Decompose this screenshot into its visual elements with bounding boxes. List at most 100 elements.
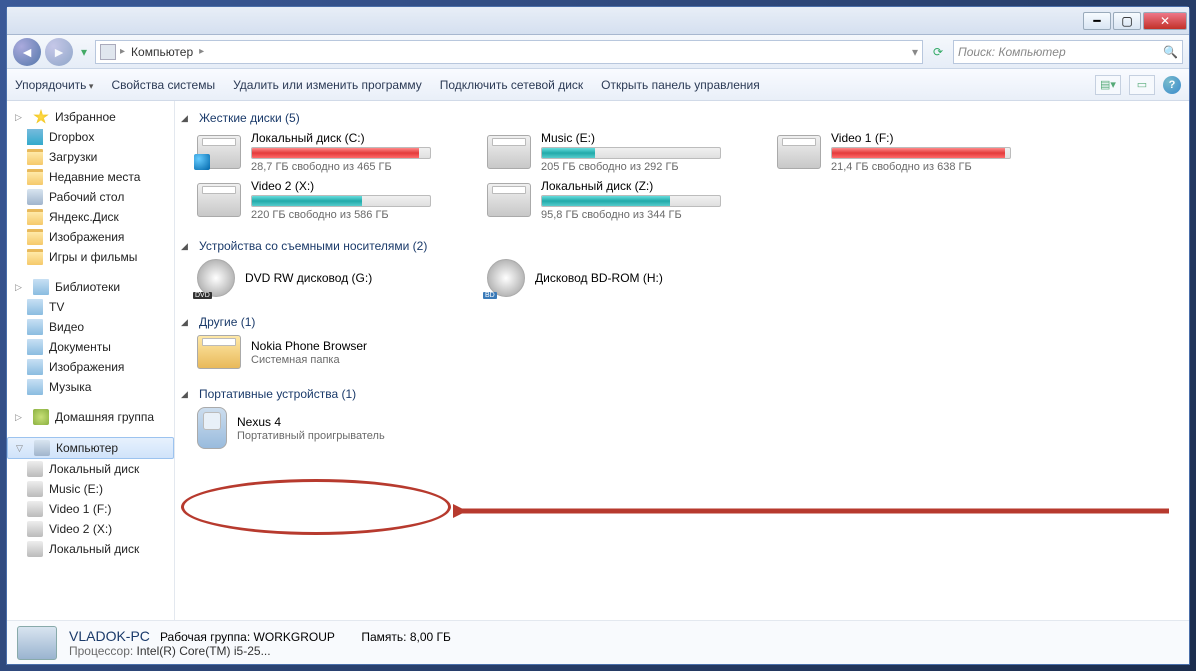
sidebar-item-video[interactable]: Видео xyxy=(7,317,174,337)
item-label: Nokia Phone Browser xyxy=(251,339,457,353)
drive-label: Локальный диск (Z:) xyxy=(541,179,747,193)
organize-menu[interactable]: Упорядочить xyxy=(15,78,93,92)
drive-z[interactable]: Локальный диск (Z:) 95,8 ГБ свободно из … xyxy=(487,179,747,221)
sidebar-item-drive-f[interactable]: Video 1 (F:) xyxy=(7,499,174,519)
desktop-icon xyxy=(27,189,43,205)
drive-freespace: 205 ГБ свободно из 292 ГБ xyxy=(541,161,747,173)
item-label: Nexus 4 xyxy=(237,415,457,429)
capacity-bar xyxy=(251,195,431,207)
search-input[interactable]: Поиск: Компьютер 🔍 xyxy=(953,40,1183,64)
computer-icon xyxy=(100,44,116,60)
preview-pane-button[interactable]: ▭ xyxy=(1129,75,1155,95)
library-icon xyxy=(27,299,43,315)
sidebar-item-drive-c[interactable]: Локальный диск xyxy=(7,459,174,479)
sidebar-item-images[interactable]: Изображения xyxy=(7,357,174,377)
drive-dvd[interactable]: DVD DVD RW дисковод (G:) xyxy=(197,259,457,297)
content-pane[interactable]: ◢Жесткие диски (5) Локальный диск (C:) 2… xyxy=(175,101,1189,620)
drive-f[interactable]: Video 1 (F:) 21,4 ГБ свободно из 638 ГБ xyxy=(777,131,1037,173)
sidebar-item-tv[interactable]: TV xyxy=(7,297,174,317)
library-icon xyxy=(27,359,43,375)
sidebar-item-documents[interactable]: Документы xyxy=(7,337,174,357)
drive-label: Дисковод BD-ROM (H:) xyxy=(535,271,747,285)
breadcrumb[interactable]: ▸ Компьютер ▸ ▾ xyxy=(95,40,923,64)
drive-x[interactable]: Video 2 (X:) 220 ГБ свободно из 586 ГБ xyxy=(197,179,457,221)
back-button[interactable]: ◄ xyxy=(13,38,41,66)
item-nokia[interactable]: Nokia Phone Browser Системная папка xyxy=(197,335,457,369)
computer-icon xyxy=(17,626,57,660)
library-icon xyxy=(27,339,43,355)
close-button[interactable]: ✕ xyxy=(1143,12,1187,30)
library-icon xyxy=(27,379,43,395)
system-properties-button[interactable]: Свойства системы xyxy=(111,78,215,92)
search-icon: 🔍 xyxy=(1163,45,1178,59)
sidebar-item-games[interactable]: Игры и фильмы xyxy=(7,247,174,267)
portable-device-icon xyxy=(197,407,227,449)
navigation-pane[interactable]: ▷Избранное Dropbox Загрузки Недавние мес… xyxy=(7,101,175,620)
capacity-bar xyxy=(831,147,1011,159)
section-hdd[interactable]: ◢Жесткие диски (5) xyxy=(181,107,1179,131)
drive-icon xyxy=(27,541,43,557)
folder-icon xyxy=(197,335,241,369)
breadcrumb-sep-icon[interactable]: ▸ xyxy=(197,46,206,57)
capacity-bar xyxy=(541,147,721,159)
titlebar: ━ ▢ ✕ xyxy=(7,7,1189,35)
sidebar-item-desktop[interactable]: Рабочий стол xyxy=(7,187,174,207)
drive-freespace: 28,7 ГБ свободно из 465 ГБ xyxy=(251,161,457,173)
breadcrumb-root-arrow[interactable]: ▸ xyxy=(118,46,127,57)
folder-icon xyxy=(27,209,43,225)
breadcrumb-location[interactable]: Компьютер xyxy=(127,45,197,59)
sidebar-item-drive-z[interactable]: Локальный диск xyxy=(7,539,174,559)
sidebar-item-yandexdisk[interactable]: Яндекс.Диск xyxy=(7,207,174,227)
libraries-icon xyxy=(33,279,49,295)
sidebar-item-music[interactable]: Музыка xyxy=(7,377,174,397)
sidebar-libraries[interactable]: ▷Библиотеки xyxy=(7,277,174,297)
drive-c[interactable]: Локальный диск (C:) 28,7 ГБ свободно из … xyxy=(197,131,457,173)
sidebar-favorites[interactable]: ▷Избранное xyxy=(7,107,174,127)
sidebar-computer[interactable]: ▽Компьютер xyxy=(7,437,174,459)
drive-label: Music (E:) xyxy=(541,131,747,145)
drive-freespace: 21,4 ГБ свободно из 638 ГБ xyxy=(831,161,1037,173)
sidebar-homegroup[interactable]: ▷Домашняя группа xyxy=(7,407,174,427)
history-dropdown-icon[interactable]: ▾ xyxy=(77,45,91,59)
maximize-button[interactable]: ▢ xyxy=(1113,12,1141,30)
open-control-panel-button[interactable]: Открыть панель управления xyxy=(601,78,760,92)
section-other[interactable]: ◢Другие (1) xyxy=(181,311,1179,335)
uninstall-program-button[interactable]: Удалить или изменить программу xyxy=(233,78,422,92)
item-subtitle: Системная папка xyxy=(251,354,457,366)
map-network-drive-button[interactable]: Подключить сетевой диск xyxy=(440,78,583,92)
search-placeholder: Поиск: Компьютер xyxy=(958,45,1066,59)
sidebar-item-recent[interactable]: Недавние места xyxy=(7,167,174,187)
annotation-arrow xyxy=(453,491,1173,531)
drive-label: Video 2 (X:) xyxy=(251,179,457,193)
section-portable[interactable]: ◢Портативные устройства (1) xyxy=(181,383,1179,407)
help-icon[interactable]: ? xyxy=(1163,76,1181,94)
minimize-button[interactable]: ━ xyxy=(1083,12,1111,30)
folder-icon xyxy=(27,149,43,165)
sidebar-item-pictures[interactable]: Изображения xyxy=(7,227,174,247)
sidebar-item-drive-e[interactable]: Music (E:) xyxy=(7,479,174,499)
sidebar-item-downloads[interactable]: Загрузки xyxy=(7,147,174,167)
item-subtitle: Портативный проигрыватель xyxy=(237,430,457,442)
view-options-button[interactable]: ▤▾ xyxy=(1095,75,1121,95)
drive-bd[interactable]: BD Дисковод BD-ROM (H:) xyxy=(487,259,747,297)
item-nexus4[interactable]: Nexus 4 Портативный проигрыватель xyxy=(197,407,457,449)
drive-e[interactable]: Music (E:) 205 ГБ свободно из 292 ГБ xyxy=(487,131,747,173)
body: ▷Избранное Dropbox Загрузки Недавние мес… xyxy=(7,101,1189,620)
drive-label: Локальный диск (C:) xyxy=(251,131,457,145)
sidebar-item-dropbox[interactable]: Dropbox xyxy=(7,127,174,147)
details-pane: VLADOK-PC Рабочая группа: WORKGROUP Памя… xyxy=(7,620,1189,664)
dvd-icon: DVD xyxy=(197,259,235,297)
star-icon xyxy=(33,109,49,125)
drive-icon xyxy=(27,481,43,497)
drive-freespace: 95,8 ГБ свободно из 344 ГБ xyxy=(541,209,747,221)
drive-icon xyxy=(27,501,43,517)
breadcrumb-dropdown-icon[interactable]: ▾ xyxy=(912,45,918,59)
sidebar-item-drive-x[interactable]: Video 2 (X:) xyxy=(7,519,174,539)
computer-icon xyxy=(34,440,50,456)
bd-icon: BD xyxy=(487,259,525,297)
section-removable[interactable]: ◢Устройства со съемными носителями (2) xyxy=(181,235,1179,259)
command-toolbar: Упорядочить Свойства системы Удалить или… xyxy=(7,69,1189,101)
forward-button[interactable]: ► xyxy=(45,38,73,66)
dropbox-icon xyxy=(27,129,43,145)
refresh-button[interactable]: ⟳ xyxy=(927,41,949,63)
